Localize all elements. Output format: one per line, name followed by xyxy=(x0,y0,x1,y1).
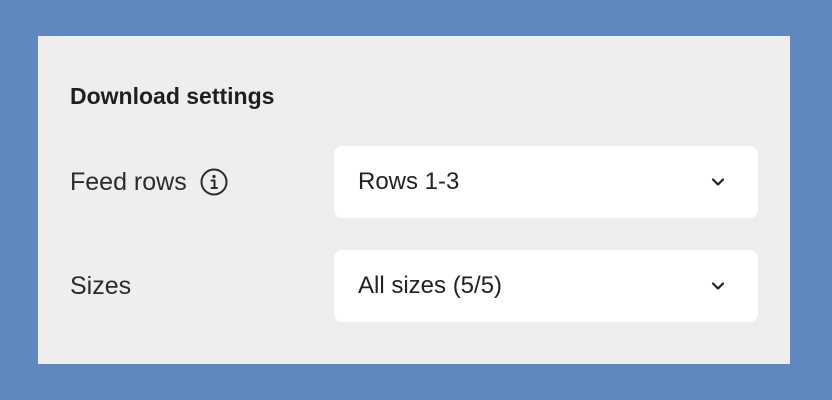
panel-title: Download settings xyxy=(70,83,275,109)
feed-rows-label: Feed rows xyxy=(70,168,187,196)
sizes-label: Sizes xyxy=(70,272,132,300)
sizes-selected-value: All sizes (5/5) xyxy=(358,272,503,299)
feed-rows-label-group: Feed rows xyxy=(70,167,229,197)
chevron-down-icon xyxy=(708,276,728,296)
info-circle-icon[interactable] xyxy=(199,167,229,197)
sizes-select[interactable]: All sizes (5/5) xyxy=(334,250,758,322)
chevron-down-icon xyxy=(708,172,728,192)
setting-row-sizes: Sizes All sizes (5/5) xyxy=(70,250,758,322)
feed-rows-select[interactable]: Rows 1-3 xyxy=(334,146,758,218)
sizes-label-group: Sizes xyxy=(70,271,131,301)
download-settings-panel: Download settings Feed rows Rows 1-3 Siz… xyxy=(38,36,790,364)
feed-rows-selected-value: Rows 1-3 xyxy=(358,168,460,195)
setting-row-feed-rows: Feed rows Rows 1-3 xyxy=(70,146,758,218)
